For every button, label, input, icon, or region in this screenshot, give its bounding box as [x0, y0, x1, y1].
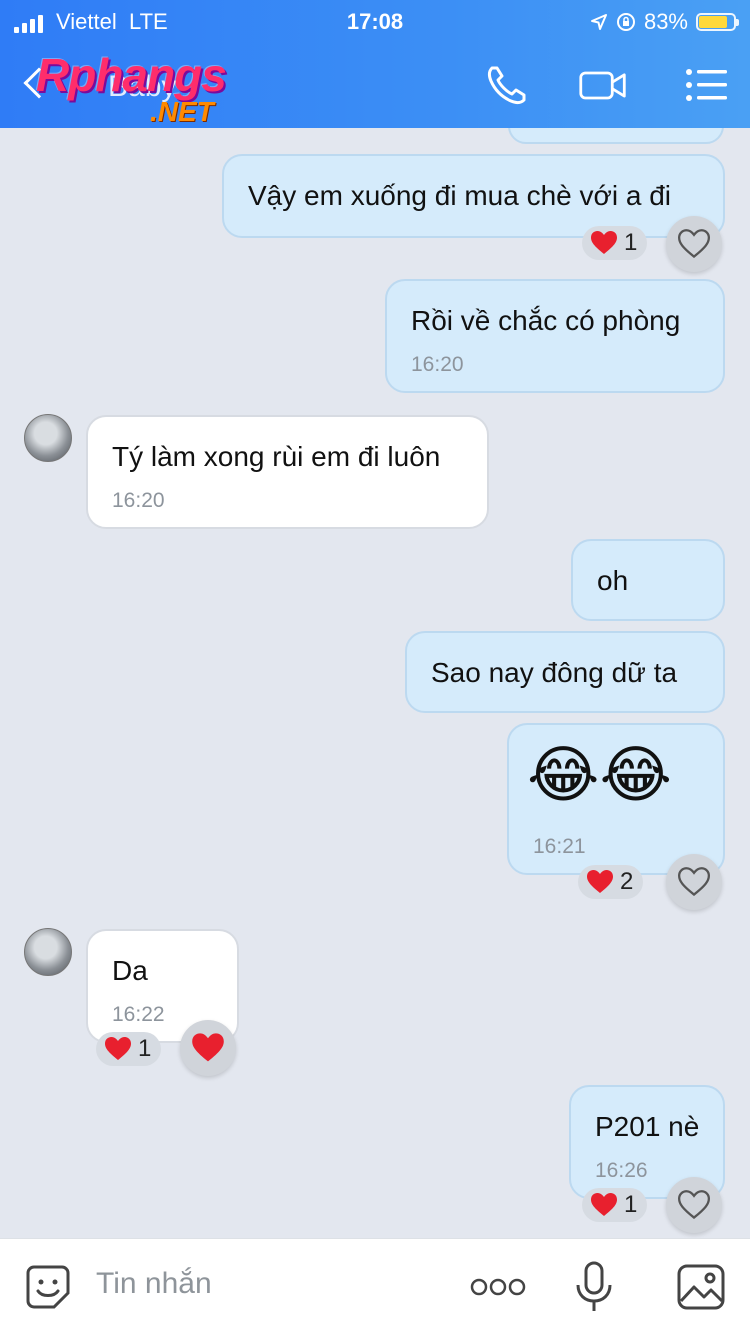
video-call-icon[interactable]	[578, 60, 628, 110]
message-time: 16:21	[533, 835, 586, 858]
message-bubble[interactable]: Rồi về chắc có phòng 16:20	[385, 279, 725, 393]
message-text: oh	[597, 565, 629, 596]
message-input[interactable]: Tin nhắn	[96, 1267, 212, 1301]
message-text: Sao nay đông dữ ta	[431, 657, 678, 688]
menu-icon[interactable]	[682, 60, 732, 110]
battery-percent: 83%	[643, 9, 688, 34]
heart-icon	[591, 1193, 617, 1216]
heart-outline-icon	[678, 867, 710, 897]
react-button[interactable]	[180, 1020, 236, 1076]
reaction-count[interactable]: 1	[582, 1188, 648, 1222]
message-bubble[interactable]: Tý làm xong rùi em đi luôn 16:20	[86, 415, 489, 529]
message-bubble[interactable]: 😂😂 16:21	[507, 723, 725, 875]
watermark-logo: Rphangs	[36, 49, 227, 101]
message-bubble[interactable]: Sao nay đông dữ ta	[405, 631, 725, 713]
message-bubble[interactable]: oh	[571, 539, 725, 621]
message-time: 16:20	[112, 489, 165, 512]
message-bubble[interactable]	[508, 128, 724, 144]
microphone-icon[interactable]	[574, 1261, 614, 1315]
composer-bar: Tin nhắn	[0, 1238, 750, 1334]
more-icon[interactable]	[470, 1277, 526, 1297]
react-button[interactable]	[666, 216, 722, 272]
rotation-lock-icon	[616, 13, 635, 31]
sticker-icon[interactable]	[24, 1263, 72, 1311]
status-bar: Viettel LTE 17:08 83%	[0, 6, 750, 36]
message-bubble[interactable]: Vậy em xuống đi mua chè với a đi	[222, 154, 725, 238]
message-list[interactable]: Vậy em xuống đi mua chè với a đi 1 Rồi v…	[0, 128, 750, 1238]
message-text: Da	[112, 955, 148, 986]
heart-outline-icon	[678, 229, 710, 259]
image-icon[interactable]	[676, 1263, 726, 1311]
phone-call-icon[interactable]	[482, 60, 532, 110]
reaction-count[interactable]: 2	[578, 865, 644, 899]
message-text: 😂😂	[527, 741, 672, 810]
heart-outline-icon	[678, 1190, 710, 1220]
chat-header: Viettel LTE 17:08 83% Baby Rphangs .NET	[0, 0, 750, 128]
heart-icon	[105, 1037, 131, 1060]
avatar[interactable]	[24, 414, 72, 462]
message-text: Vậy em xuống đi mua chè với a đi	[248, 180, 672, 211]
status-right: 83%	[590, 9, 739, 35]
message-text: Rồi về chắc có phòng	[411, 305, 681, 336]
message-text: Tý làm xong rùi em đi luôn	[112, 441, 441, 472]
battery-icon	[696, 13, 739, 31]
heart-icon	[192, 1033, 224, 1062]
avatar[interactable]	[24, 928, 72, 976]
message-time: 16:20	[411, 353, 464, 376]
reaction-count[interactable]: 1	[582, 226, 648, 260]
message-time: 16:26	[595, 1159, 648, 1182]
heart-icon	[587, 870, 613, 893]
react-button[interactable]	[666, 854, 722, 910]
heart-icon	[591, 231, 617, 254]
reaction-count[interactable]: 1	[96, 1032, 162, 1066]
location-icon	[590, 14, 607, 30]
message-time: 16:22	[112, 1003, 165, 1026]
react-button[interactable]	[666, 1177, 722, 1233]
message-text: P201 nè	[595, 1111, 700, 1142]
watermark-logo-sub: .NET	[150, 96, 214, 127]
